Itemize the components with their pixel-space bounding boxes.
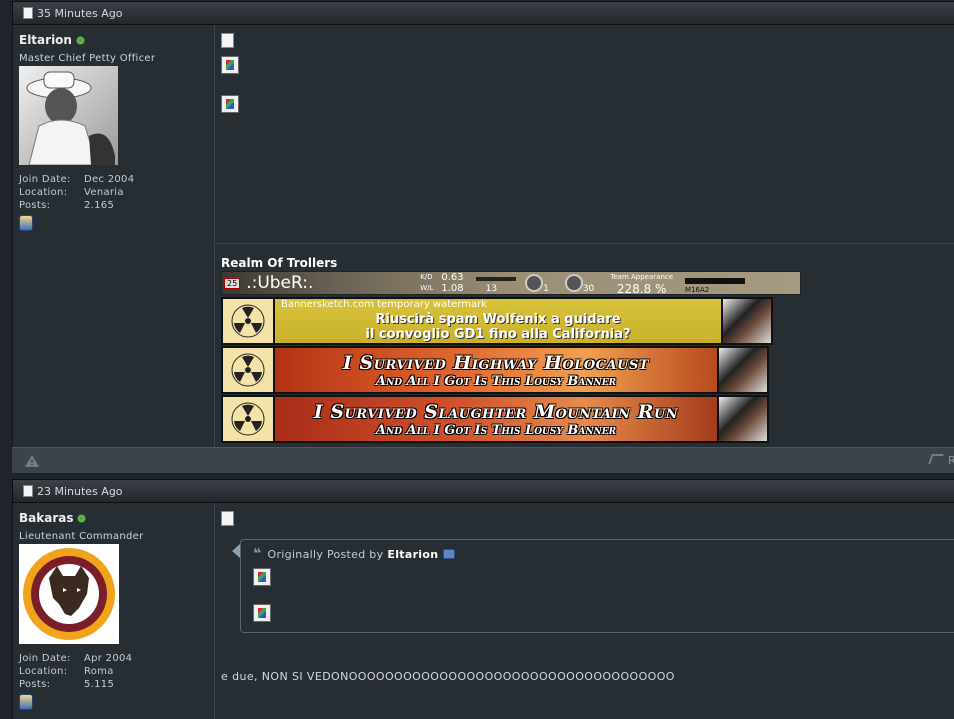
post-message: e due, NON SI VEDONOOOOOOOOOOOOOOOOOOOOO… <box>221 670 675 683</box>
posts-label: Posts: <box>19 679 51 690</box>
username-wrap: Bakaras <box>19 511 208 525</box>
post-time: 35 Minutes Ago <box>37 6 123 20</box>
join-date-label: Join Date: <box>19 653 71 664</box>
username-wrap: Eltarion <box>19 33 208 47</box>
banner-line-1: Riuscirà spam Wolfenix a guidare <box>375 312 621 327</box>
quote-header: ❝ Originally Posted by Eltarion <box>253 546 947 562</box>
team-appearance-value: 228.8 % <box>616 282 667 296</box>
online-status-icon <box>77 513 87 523</box>
wl-value: 1.08 <box>441 283 464 294</box>
post-2: 23 Minutes Ago Bakaras Lieutenant Comman… <box>12 479 954 719</box>
user-details: Join Date: Dec 2004 Location: Venaria Po… <box>19 174 208 211</box>
user-rank: Master Chief Petty Officer <box>19 53 156 64</box>
user-details: Join Date: Apr 2004 Location: Roma Posts… <box>19 653 208 690</box>
avatar[interactable] <box>19 544 119 644</box>
post-header: 35 Minutes Ago <box>12 1 954 25</box>
report-post-icon[interactable] <box>25 455 39 467</box>
posts-label: Posts: <box>19 200 51 211</box>
post-icon <box>221 511 234 526</box>
signature-banner: I Survived Slaughter Mountain Run And Al… <box>221 395 769 443</box>
radiation-icon <box>223 299 275 343</box>
location-label: Location: <box>19 666 68 677</box>
banner-line-1: I Survived Highway Holocaust <box>342 351 650 374</box>
reply-link[interactable]: R <box>948 454 954 467</box>
join-date-value: Apr 2004 <box>84 653 133 664</box>
face-image <box>721 299 771 343</box>
user-rank: Lieutenant Commander <box>19 531 144 542</box>
banner-line-2: And All I Got Is This Lousy Banner <box>375 373 617 389</box>
view-post-icon[interactable] <box>443 549 456 559</box>
document-icon <box>23 485 33 497</box>
contact-user-icon[interactable] <box>19 215 33 231</box>
post-content: ❝ Originally Posted by Eltarion e due, N… <box>215 503 954 719</box>
rifle-icon <box>685 278 746 284</box>
level-badge: 25 <box>224 277 241 289</box>
medal-icon <box>564 274 583 292</box>
posts-value: 2.165 <box>84 200 115 211</box>
posts-value: 5.115 <box>84 679 115 690</box>
stats-banner: 25 .:UbeR:. K/D W/L 0.63 1.08 13 1 30 Te… <box>221 271 801 295</box>
quote-prefix: Originally Posted by <box>267 547 384 561</box>
avatar[interactable] <box>19 66 118 166</box>
face-image <box>717 397 767 441</box>
post-time: 23 Minutes Ago <box>37 484 123 498</box>
broken-image-icon <box>253 604 271 622</box>
contact-user-icon[interactable] <box>19 694 33 710</box>
radiation-icon <box>223 348 275 392</box>
kd-value: 0.63 <box>441 272 464 283</box>
location-value: Venaria <box>84 187 124 198</box>
post-header: 23 Minutes Ago <box>12 479 954 503</box>
wl-label: W/L <box>420 284 434 292</box>
reply-icon[interactable] <box>928 454 944 464</box>
signature-banner: I Survived Highway Holocaust And All I G… <box>221 346 769 394</box>
location-label: Location: <box>19 187 68 198</box>
radiation-icon <box>223 397 275 441</box>
broken-image-icon <box>221 56 239 74</box>
weapon-silhouette-icon <box>475 277 516 281</box>
kill-count: 13 <box>485 284 498 294</box>
kd-label: K/D <box>420 273 433 281</box>
player-name: .:UbeR:. <box>246 273 314 293</box>
join-date-value: Dec 2004 <box>84 174 135 185</box>
document-icon <box>23 7 33 19</box>
quote-arrow-icon <box>232 544 240 558</box>
weapon-name: M16A2 <box>685 286 710 294</box>
quote-icon: ❝ <box>253 546 262 562</box>
username-link[interactable]: Eltarion <box>19 33 72 47</box>
user-info: Eltarion Master Chief Petty Officer Join… <box>13 25 215 447</box>
quote-block: ❝ Originally Posted by Eltarion <box>232 539 954 633</box>
post-icon <box>221 33 234 48</box>
face-image <box>717 348 767 392</box>
location-value: Roma <box>84 666 114 677</box>
post-footer: R <box>12 447 954 473</box>
username-link[interactable]: Bakaras <box>19 511 73 525</box>
broken-image-icon <box>253 568 271 586</box>
banner-line-2: And All I Got Is This Lousy Banner <box>375 422 617 438</box>
online-status-icon <box>75 35 85 45</box>
signature-title: Realm Of Trollers <box>221 256 338 270</box>
broken-image-icon <box>221 95 239 113</box>
signature-banner: Bannersketch.com temporary watermark Riu… <box>221 297 773 345</box>
user-info: Bakaras Lieutenant Commander Join Date: … <box>13 503 215 719</box>
medal-count: 1 <box>543 284 549 294</box>
banner-line-1: I Survived Slaughter Mountain Run <box>313 400 679 423</box>
medal-count: 30 <box>582 284 595 294</box>
post-content: Realm Of Trollers 25 .:UbeR:. K/D W/L 0.… <box>215 25 954 447</box>
banner-line-2: il convoglio GD1 fino alla California? <box>365 327 631 342</box>
signature-divider <box>215 243 954 244</box>
quote-author: Eltarion <box>387 547 439 561</box>
medal-icon <box>525 274 544 292</box>
banner-watermark: Bannersketch.com temporary watermark <box>281 299 488 310</box>
join-date-label: Join Date: <box>19 174 71 185</box>
post-1: 35 Minutes Ago Eltarion Master Chief Pet… <box>12 1 954 473</box>
